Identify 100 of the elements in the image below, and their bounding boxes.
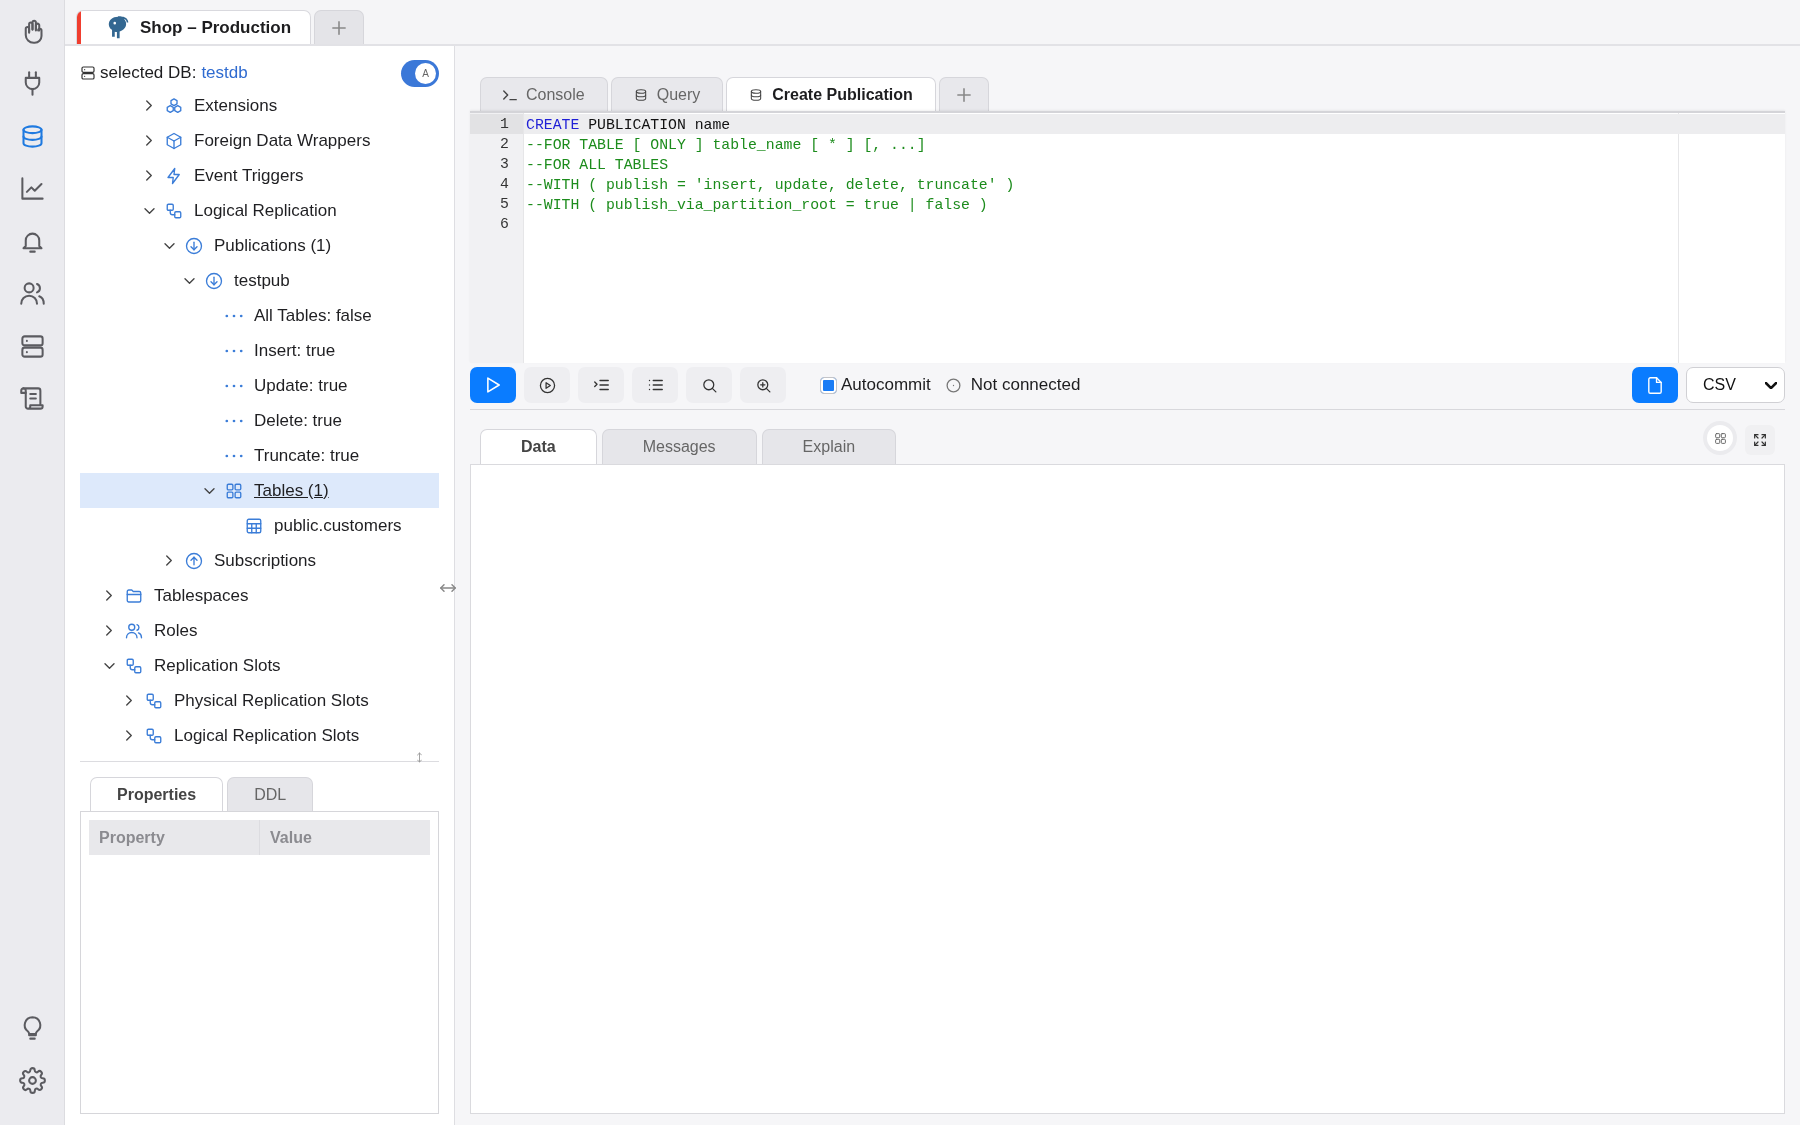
users-icon[interactable]	[18, 280, 46, 307]
column-header: Value	[269, 827, 313, 848]
code-line: --WITH ( publish = 'insert, update, delete, truncate' )	[526, 177, 1015, 193]
chevron-right-icon[interactable]	[166, 555, 172, 566]
terminal-icon	[503, 87, 517, 102]
tree-item[interactable]: Truncate: true	[80, 438, 439, 473]
chevron-down-icon[interactable]	[103, 662, 115, 669]
connection-tab[interactable]: Shop – Production	[76, 10, 311, 44]
settings-icon[interactable]	[18, 1067, 46, 1094]
database-name: testdb	[201, 63, 248, 83]
chevron-right-icon[interactable]	[146, 135, 152, 146]
folder-icon	[125, 586, 143, 605]
connection-status: Not connected	[970, 375, 1081, 395]
play-icon	[486, 377, 500, 393]
tree-item[interactable]: Event Triggers	[80, 158, 439, 193]
chevron-right-icon[interactable]	[126, 730, 132, 741]
code-line: --WITH ( publish_via_partition_root = true | false )	[526, 197, 988, 213]
lightning-icon	[165, 166, 183, 185]
chevron-down-icon[interactable]	[143, 207, 155, 214]
line-number: 4	[499, 175, 510, 194]
expand-icon	[1752, 432, 1768, 448]
selected-db-label: selected DB:	[100, 63, 197, 83]
autocommit-checkbox[interactable]	[820, 376, 837, 394]
chevron-down-icon[interactable]	[203, 487, 215, 494]
server-icon[interactable]	[18, 332, 46, 360]
dots-icon	[225, 453, 243, 458]
resize-horizontal-icon[interactable]	[440, 584, 456, 592]
column-header: Property	[89, 820, 260, 855]
tree-item[interactable]: Roles	[80, 613, 439, 648]
result-tab[interactable]: Data	[480, 429, 597, 464]
play-circle-button[interactable]	[524, 367, 570, 403]
search-icon	[700, 376, 718, 394]
tree-item[interactable]: Update: true	[80, 368, 439, 403]
server-icon	[80, 65, 96, 81]
chevron-right-icon[interactable]	[146, 170, 152, 181]
chevron-right-icon[interactable]	[126, 695, 132, 706]
caret-icon	[1765, 381, 1777, 389]
list-button[interactable]	[632, 367, 678, 403]
zoom-in-button[interactable]	[740, 367, 786, 403]
tree-item[interactable]: Tables (1)	[80, 473, 439, 508]
database-icon	[633, 87, 648, 102]
indent-list-button[interactable]	[578, 367, 624, 403]
tree-item[interactable]: public.customers	[80, 508, 439, 543]
run-button[interactable]	[470, 367, 516, 403]
file-icon	[1648, 376, 1662, 394]
tree-item[interactable]: Logical Replication	[80, 193, 439, 228]
arrow-down-circle-icon	[185, 236, 203, 255]
tree-item[interactable]: Foreign Data Wrappers	[80, 123, 439, 158]
zoom-in-icon	[754, 376, 772, 394]
chevron-right-icon[interactable]	[146, 100, 152, 111]
tree-item[interactable]: Extensions	[80, 88, 439, 123]
fullscreen-button[interactable]	[1745, 425, 1775, 455]
tree-item[interactable]: Tablespaces	[80, 578, 439, 613]
chevron-right-icon[interactable]	[106, 590, 112, 601]
chevron-down-icon[interactable]	[183, 277, 195, 284]
panel-tab[interactable]: Properties	[90, 777, 224, 811]
arrow-down-circle-icon	[205, 271, 223, 290]
tree-item[interactable]: Insert: true	[80, 333, 439, 368]
panel-tab[interactable]: DDL	[227, 777, 314, 811]
line-number: 1	[470, 114, 523, 134]
tree-item[interactable]: Physical Replication Slots	[80, 683, 439, 718]
editor-tab[interactable]: Query	[610, 77, 724, 111]
grid-icon	[225, 481, 243, 500]
scroll-icon[interactable]	[18, 385, 46, 412]
plus-icon	[332, 20, 346, 35]
tree-item[interactable]: Logical Replication Slots	[80, 718, 439, 753]
tree-item[interactable]: testpub	[80, 263, 439, 298]
tree-item[interactable]: All Tables: false	[80, 298, 439, 333]
grid-icon	[1713, 431, 1727, 445]
editor-tab[interactable]: Console	[480, 77, 608, 111]
play-circle-icon	[538, 376, 556, 394]
database-icon	[749, 87, 764, 102]
search-button[interactable]	[686, 367, 732, 403]
editor-tab[interactable]: Create Publication	[726, 77, 936, 111]
resize-vertical-icon[interactable]	[417, 752, 422, 763]
autocommit-label: Autocommit	[841, 375, 931, 395]
tree-item[interactable]: Subscriptions	[80, 543, 439, 578]
line-number: 3	[499, 155, 510, 174]
dots-icon	[225, 383, 243, 388]
tree-item[interactable]: Delete: true	[80, 403, 439, 438]
line-number: 6	[499, 215, 510, 234]
dots-icon	[225, 313, 243, 318]
linked-squares-icon	[125, 656, 143, 675]
result-tab[interactable]: Messages	[601, 429, 757, 464]
code-line: --FOR ALL TABLES	[526, 157, 669, 173]
result-tab[interactable]: Explain	[761, 429, 897, 464]
format-select[interactable]: CSV	[1686, 367, 1785, 403]
tree-item[interactable]: Replication Slots	[80, 648, 439, 683]
line-chart-icon[interactable]	[18, 175, 46, 202]
list-icon	[647, 379, 663, 391]
arrow-up-circle-icon	[185, 551, 203, 570]
line-number: 2	[499, 135, 510, 154]
chevron-right-icon[interactable]	[106, 625, 112, 636]
code-line: CREATE PUBLICATION name	[526, 117, 731, 133]
sort-switch[interactable]: A	[401, 59, 439, 87]
chevron-down-icon[interactable]	[163, 242, 175, 249]
users-icon	[125, 621, 143, 640]
tree-item[interactable]: Publications (1)	[80, 228, 439, 263]
export-button[interactable]	[1632, 367, 1678, 403]
grid-view-button[interactable]	[1707, 425, 1733, 451]
